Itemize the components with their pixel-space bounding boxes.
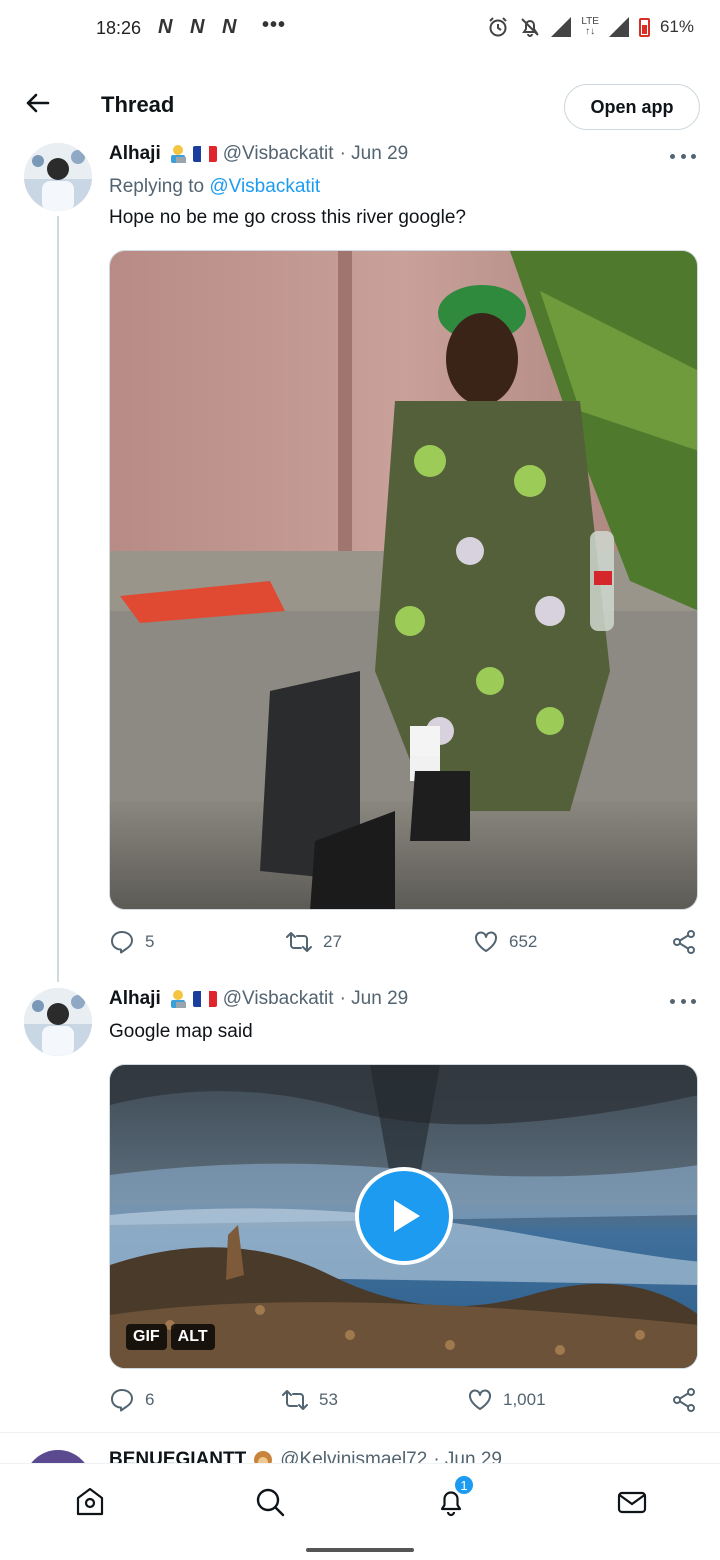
nav-home[interactable]	[70, 1482, 110, 1522]
network-n-icon: N	[222, 16, 236, 38]
avatar[interactable]	[24, 143, 92, 211]
retweet-count: 27	[323, 932, 342, 951]
tweet-header: Alhaji @Visbackatit · Jun 29	[109, 143, 408, 165]
reply-icon	[111, 1389, 133, 1412]
home-icon	[76, 1487, 104, 1516]
nav-search[interactable]	[250, 1482, 290, 1522]
status-icons: LTE ↑↓ 61%	[487, 16, 694, 38]
share-button[interactable]	[671, 1387, 697, 1413]
heart-icon	[469, 1389, 491, 1410]
retweet-button[interactable]: 27	[285, 929, 342, 955]
reply-count: 5	[145, 932, 155, 951]
mail-icon	[617, 1491, 647, 1514]
gif-badge: GIF	[126, 1324, 167, 1350]
more-options-button[interactable]	[670, 146, 696, 166]
play-button[interactable]	[355, 1167, 453, 1265]
tweet-actions: 5 27 652	[109, 929, 699, 959]
arrow-left-icon	[26, 93, 50, 113]
like-count: 1,001	[503, 1390, 546, 1409]
replying-handle-link[interactable]: @Visbackatit	[209, 176, 320, 197]
france-flag-icon	[192, 991, 217, 1007]
reply-button[interactable]: 6	[109, 1387, 154, 1413]
like-count: 652	[509, 932, 538, 951]
reply-count: 6	[145, 1390, 155, 1409]
heart-icon	[475, 931, 497, 952]
page-title: Thread	[101, 92, 175, 117]
retweet-icon	[282, 1390, 308, 1410]
header: Thread Open app	[0, 62, 720, 140]
mute-icon	[521, 18, 540, 37]
reply-button[interactable]: 5	[109, 929, 154, 955]
tweet-text: Google map said	[109, 1021, 253, 1042]
search-icon	[256, 1488, 285, 1517]
more-notifications-icon: •••	[262, 14, 287, 36]
status-bar: 18:26 N N N ••• LTE ↑↓ 61%	[0, 0, 720, 60]
signal-icon	[551, 17, 572, 37]
tweet-text: Hope no be me go cross this river google…	[109, 207, 466, 228]
back-button[interactable]	[20, 86, 54, 120]
share-button[interactable]	[671, 929, 697, 955]
display-name[interactable]: Alhaji	[109, 143, 161, 165]
open-app-button[interactable]: Open app	[564, 84, 700, 130]
battery-icon	[638, 17, 650, 37]
nav-messages[interactable]	[612, 1482, 652, 1522]
monkey-emoji-icon	[254, 1451, 273, 1463]
user-handle[interactable]: @Visbackatit	[223, 143, 334, 165]
tweet-photo[interactable]	[109, 250, 698, 910]
battery-percent: 61%	[659, 17, 694, 36]
retweet-button[interactable]: 53	[281, 1387, 338, 1413]
share-icon	[673, 930, 695, 954]
thread-line	[57, 216, 59, 982]
nav-notifications[interactable]: 1	[431, 1474, 475, 1522]
tweet-date: · Jun 29	[433, 1449, 502, 1463]
reply-icon	[111, 931, 133, 954]
user-handle[interactable]: @Visbackatit	[223, 988, 334, 1010]
tweet[interactable]: Alhaji @Visbackatit · Jun 29 Replying to…	[0, 140, 720, 982]
replying-to: Replying to @Visbackatit	[109, 176, 321, 197]
france-flag-icon	[192, 146, 217, 162]
technologist-emoji-icon	[170, 990, 186, 1008]
user-handle[interactable]: @Kelvinismael72	[280, 1449, 427, 1463]
tweet-header: BENUEGIANTT @Kelvinismael72 · Jun 29	[109, 1449, 502, 1463]
tweet[interactable]: Alhaji @Visbackatit · Jun 29 Google map …	[0, 985, 720, 1425]
lte-icon: LTE ↑↓	[581, 16, 599, 37]
alt-badge[interactable]: ALT	[170, 1324, 215, 1350]
network-n-icon: N	[190, 16, 204, 38]
signal-icon	[608, 17, 629, 37]
play-icon	[394, 1200, 420, 1232]
like-button[interactable]: 652	[473, 929, 537, 955]
tweet-peek[interactable]: BENUEGIANTT @Kelvinismael72 · Jun 29	[0, 1432, 720, 1463]
tweet-actions: 6 53 1,001	[109, 1387, 699, 1417]
avatar[interactable]	[24, 1450, 92, 1463]
avatar[interactable]	[24, 988, 92, 1056]
more-options-button[interactable]	[670, 991, 696, 1011]
network-n-icon: N	[158, 16, 172, 38]
tweet-header: Alhaji @Visbackatit · Jun 29	[109, 988, 408, 1010]
retweet-count: 53	[319, 1390, 338, 1409]
tweet-date: · Jun 29	[339, 988, 409, 1009]
technologist-emoji-icon	[170, 145, 186, 163]
display-name[interactable]: BENUEGIANTT	[109, 1449, 246, 1463]
media-badges: GIF ALT	[126, 1324, 215, 1350]
display-name[interactable]: Alhaji	[109, 988, 161, 1010]
share-icon	[673, 1388, 695, 1412]
status-time: 18:26	[96, 18, 142, 38]
notification-badge: 1	[453, 1474, 475, 1496]
retweet-icon	[286, 932, 312, 952]
bottom-nav: 1	[0, 1463, 720, 1537]
alarm-icon	[489, 17, 508, 37]
tweet-date: · Jun 29	[339, 143, 409, 164]
home-indicator	[306, 1548, 414, 1552]
tweet-gif[interactable]: GIF ALT	[109, 1064, 698, 1369]
like-button[interactable]: 1,001	[467, 1387, 546, 1413]
